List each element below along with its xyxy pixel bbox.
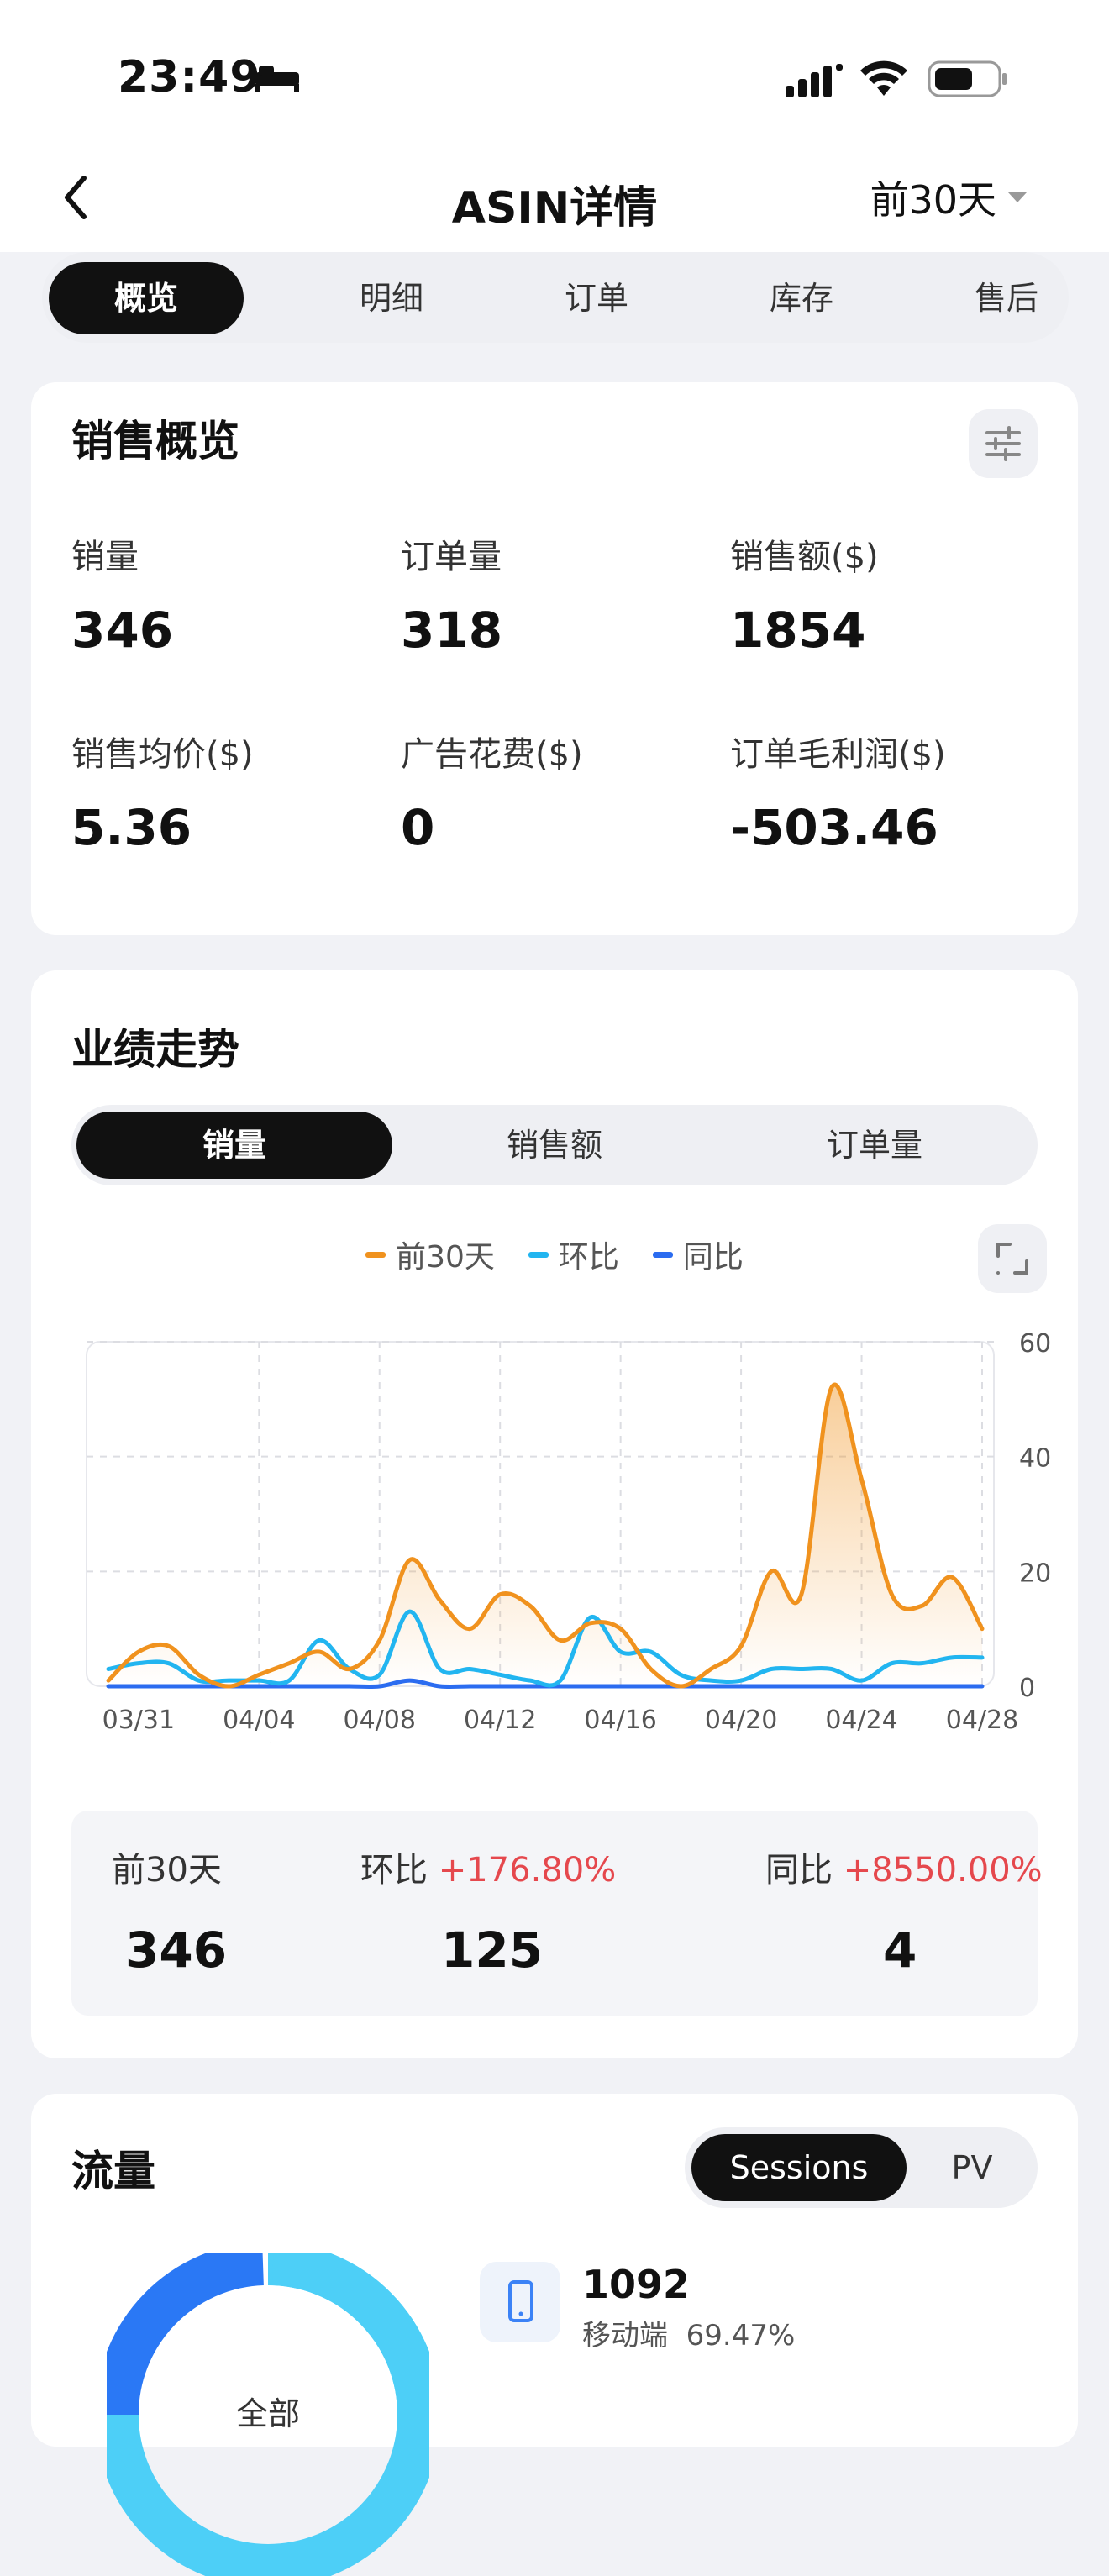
toggle-sessions[interactable]: Sessions	[691, 2134, 907, 2201]
metric-label: 销售均价($)	[71, 735, 254, 774]
metric-label: 订单量	[401, 538, 502, 576]
x-tick-day: 周六	[234, 1741, 284, 1743]
sales-overview-title: 销售概览	[71, 417, 239, 465]
sales-overview-card: 销售概览 销量 346 订单量 318 销售额($) 1854 销售均价($) …	[31, 382, 1078, 935]
legend-label: 同比	[682, 1240, 744, 1275]
device-label: 移动端	[582, 2319, 668, 2353]
y-tick-label: 0	[1019, 1674, 1035, 1703]
x-tick-date: 04/16	[584, 1706, 656, 1735]
metric-value: 318	[401, 602, 503, 659]
y-tick-label: 60	[1019, 1329, 1051, 1359]
metric-avg-price: 销售均价($) 5.36	[71, 727, 374, 856]
metric-value: -503.46	[730, 799, 938, 856]
device-pct: 69.47%	[686, 2319, 796, 2353]
x-tick-date: 04/28	[946, 1706, 1018, 1735]
segment-orders[interactable]: 订单量	[717, 1112, 1033, 1179]
x-tick-day: 二	[126, 1741, 151, 1743]
x-tick-date: 04/04	[223, 1706, 295, 1735]
metric-label: 广告花费($)	[401, 735, 583, 774]
x-tick-day: 五	[849, 1741, 875, 1743]
tab-orders[interactable]: 订单	[499, 262, 694, 334]
legend-swatch	[652, 1251, 673, 1258]
legend-label: 环比	[558, 1240, 619, 1275]
metric-orders: 订单量 318	[401, 529, 703, 659]
trend-line-chart: 60 40 20 0 03/31 二 04/04 周六 04/08 三 04/12 周日 04/16 四 0…	[86, 1329, 1051, 1743]
battery-icon	[928, 60, 1007, 97]
metric-value: 5.36	[71, 799, 192, 856]
metric-value: 346	[71, 602, 174, 659]
metric-revenue: 销售额($) 1854	[730, 529, 1033, 659]
metric-label: 销售额($)	[730, 538, 879, 576]
y-tick-label: 40	[1019, 1444, 1051, 1474]
segment-revenue[interactable]: 销售额	[397, 1112, 712, 1179]
expand-chart-icon[interactable]	[978, 1224, 1047, 1293]
status-bar: 23:49	[0, 0, 1109, 160]
mobile-device-icon	[480, 2262, 560, 2342]
x-tick-day: 一	[728, 1741, 754, 1743]
performance-trend-card: 业绩走势 销量 销售额 订单量 前30天 环比 同比 60 40 20 0 03/31 二…	[31, 970, 1078, 2058]
cellular-signal-icon	[786, 64, 843, 97]
chart-legend: 前30天 环比 同比	[31, 1233, 1078, 1276]
traffic-title: 流量	[71, 2147, 155, 2195]
summary-label: 环比	[360, 1851, 428, 1890]
summary-value: 125	[441, 1921, 544, 1979]
metric-gross-profit: 订单毛利润($) -503.46	[730, 727, 1033, 856]
metric-value: 1854	[730, 602, 866, 659]
mobile-sessions-count: 1092	[582, 2262, 691, 2307]
metric-segmented-control: 销量 销售额 订单量	[71, 1105, 1038, 1185]
mobile-sessions-meta: 移动端 69.47%	[582, 2312, 795, 2353]
summary-value: 4	[883, 1921, 917, 1979]
x-tick-day: 四	[608, 1741, 633, 1743]
x-tick-date: 04/20	[705, 1706, 777, 1735]
date-range-dropdown[interactable]: 前30天	[870, 170, 1027, 225]
legend-swatch	[528, 1251, 549, 1258]
metric-value: 0	[401, 799, 435, 856]
toggle-pv[interactable]: PV	[913, 2134, 1031, 2201]
donut-center-label: 全部	[235, 2395, 300, 2432]
legend-item-mom[interactable]: 环比	[528, 1233, 619, 1276]
status-time: 23:49	[118, 52, 261, 103]
legend-label: 前30天	[396, 1240, 495, 1275]
metric-label: 销量	[71, 538, 139, 576]
x-tick-date: 04/08	[344, 1706, 416, 1735]
x-tick-day: 周日	[475, 1741, 525, 1743]
summary-yoy: 同比 +8550.00% 4	[765, 1843, 1043, 1979]
x-tick-date: 04/24	[825, 1706, 897, 1735]
summary-pct: +176.80%	[438, 1851, 617, 1890]
summary-label: 前30天	[112, 1851, 222, 1890]
y-tick-label: 20	[1019, 1559, 1051, 1588]
trend-summary: 前30天 346 环比 +176.80% 125 同比 +8550.00% 4	[71, 1811, 1043, 2016]
trend-title: 业绩走势	[71, 1025, 239, 1074]
summary-label: 同比	[765, 1851, 833, 1890]
segment-units[interactable]: 销量	[76, 1112, 392, 1179]
x-tick-day: 二	[970, 1741, 995, 1743]
sleep-focus-icon	[255, 66, 299, 92]
traffic-card: 流量 Sessions PV 全部 1092 移动端 69.47%	[31, 2094, 1078, 2576]
x-tick-date: 03/31	[102, 1706, 175, 1735]
summary-current: 前30天 346	[112, 1843, 227, 1979]
tab-bar: 概览 明细 订单 库存 售后	[42, 252, 1069, 343]
filter-settings-icon[interactable]	[969, 409, 1038, 478]
tab-inventory[interactable]: 库存	[704, 262, 899, 334]
legend-item-yoy[interactable]: 同比	[652, 1233, 744, 1276]
summary-value: 346	[125, 1921, 228, 1979]
summary-mom: 环比 +176.80% 125	[360, 1843, 616, 1979]
x-tick-date: 04/12	[464, 1706, 536, 1735]
legend-swatch	[365, 1251, 386, 1258]
metric-units: 销量 346	[71, 529, 374, 659]
traffic-metric-toggle: Sessions PV	[685, 2127, 1038, 2208]
tab-after-sales[interactable]: 售后	[909, 262, 1104, 334]
metric-ad-spend: 广告花费($) 0	[401, 727, 703, 856]
wifi-icon	[860, 60, 907, 96]
tab-details[interactable]: 明细	[294, 262, 489, 334]
x-tick-day: 三	[367, 1741, 392, 1743]
caret-down-icon	[1008, 192, 1027, 202]
legend-item-current[interactable]: 前30天	[365, 1233, 495, 1276]
date-range-label: 前30天	[870, 177, 996, 223]
tab-overview[interactable]: 概览	[49, 262, 244, 334]
summary-pct: +8550.00%	[843, 1851, 1043, 1890]
metric-label: 订单毛利润($)	[730, 735, 946, 774]
